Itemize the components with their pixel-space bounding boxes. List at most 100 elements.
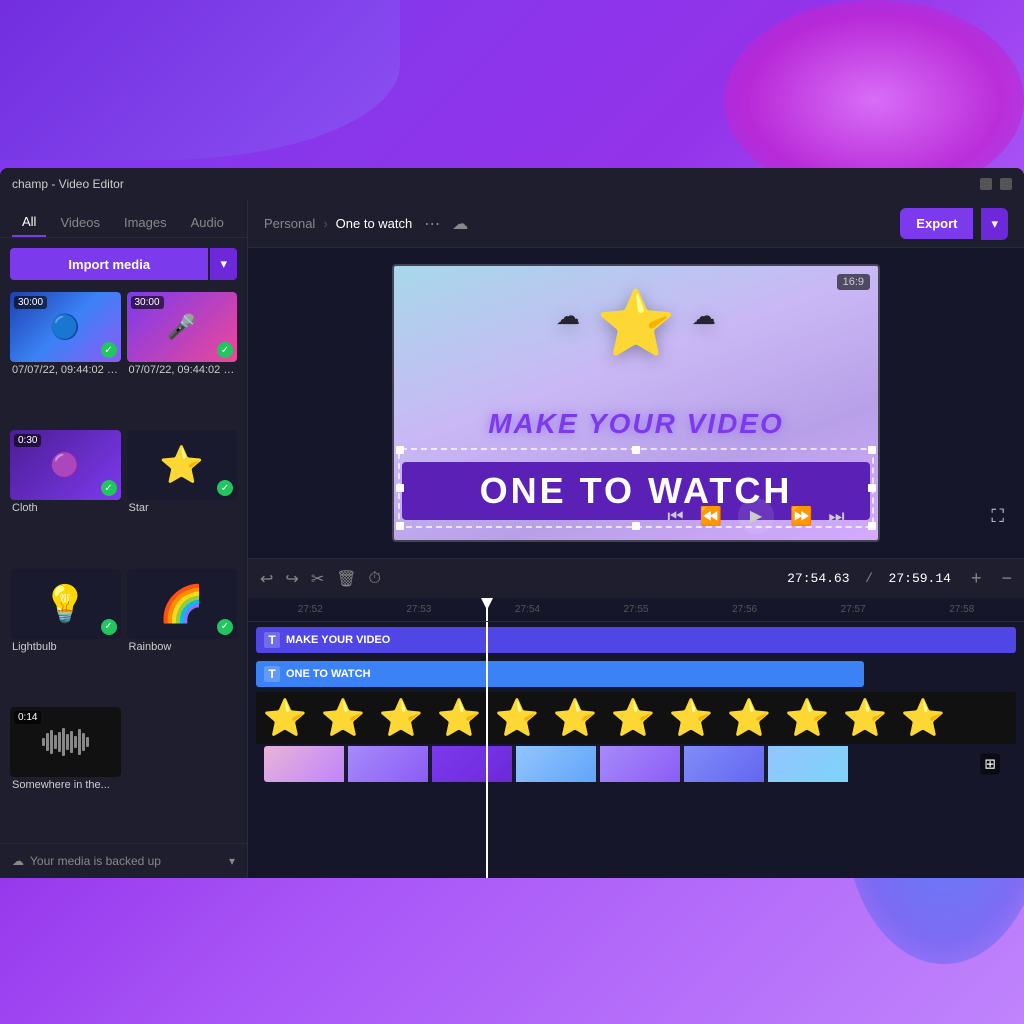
rewind-button[interactable]: ⏪ <box>700 506 722 527</box>
breadcrumb-separator: › <box>323 216 327 231</box>
video-seg-5 <box>600 746 680 782</box>
media-label-cloth: Cloth <box>10 502 121 514</box>
ruler-mark-5: 27:57 <box>799 604 908 615</box>
star-emoji-4: ⭐ <box>430 697 488 739</box>
media-label-lightbulb: Lightbulb <box>10 641 121 653</box>
video-seg-6 <box>684 746 764 782</box>
more-options-icon[interactable]: ⋯ <box>424 214 440 234</box>
tab-audio[interactable]: Audio <box>181 209 234 236</box>
star-emoji-7: ⭐ <box>604 697 662 739</box>
export-button[interactable]: Export <box>900 208 973 239</box>
top-bar: Personal › One to watch ⋯ ☁ Export ▾ <box>248 200 1024 248</box>
media-check-star: ✓ <box>217 480 233 496</box>
ruler-mark-2: 27:54 <box>473 604 582 615</box>
maximize-button[interactable] <box>1000 178 1012 190</box>
handle-bl[interactable] <box>396 522 404 530</box>
media-check-cloth: ✓ <box>101 480 117 496</box>
ruler-mark-4: 27:56 <box>690 604 799 615</box>
media-item-2[interactable]: 🎤 30:00 ✓ 07/07/22, 09:44:02 -... <box>127 292 238 424</box>
handle-tr[interactable] <box>868 446 876 454</box>
total-time: 27:59.14 <box>889 571 951 586</box>
audio-waveform <box>42 727 89 757</box>
breadcrumb-parent: Personal <box>264 216 315 231</box>
skip-back-button[interactable]: ⏮ <box>667 506 683 527</box>
track-make-label: MAKE YOUR VIDEO <box>286 634 390 646</box>
aspect-ratio-badge: 16:9 <box>837 274 870 290</box>
media-label-audio: Somewhere in the... <box>10 779 121 791</box>
handle-tl[interactable] <box>396 446 404 454</box>
video-seg-2 <box>348 746 428 782</box>
video-seg-4 <box>516 746 596 782</box>
export-dropdown[interactable]: ▾ <box>981 208 1008 240</box>
star-emoji-8: ⭐ <box>662 697 720 739</box>
ruler-mark-1: 27:53 <box>365 604 474 615</box>
star-emoji-1: ⭐ <box>256 697 314 739</box>
media-check-2: ✓ <box>217 342 233 358</box>
media-check-1: ✓ <box>101 342 117 358</box>
ruler-mark-0: 27:52 <box>256 604 365 615</box>
handle-tm[interactable] <box>632 446 640 454</box>
media-item-cloth[interactable]: 🟣 0:30 ✓ Cloth <box>10 430 121 562</box>
media-item-1[interactable]: 🔵 30:00 ✓ 07/07/22, 09:44:02 -... <box>10 292 121 424</box>
media-label-2: 07/07/22, 09:44:02 -... <box>127 364 238 376</box>
content-area: All Videos Images Audio Import media ▾ 🔵… <box>0 200 1024 878</box>
media-label-rainbow: Rainbow <box>127 641 238 653</box>
star-emoji-9: ⭐ <box>720 697 778 739</box>
video-track-icon: ⊞ <box>980 754 1000 775</box>
media-thumb-2: 🎤 30:00 ✓ <box>127 292 238 362</box>
time-display: 27:54.63 / 27:59.14 <box>787 571 951 586</box>
media-badge-cloth: 0:30 <box>14 434 41 447</box>
ruler-mark-3: 27:55 <box>582 604 691 615</box>
track-stars[interactable]: ⭐ ⭐ ⭐ ⭐ ⭐ ⭐ ⭐ ⭐ ⭐ ⭐ ⭐ ⭐ <box>256 692 1016 744</box>
media-badge-2: 30:00 <box>131 296 164 309</box>
playhead-ruler-line <box>486 598 488 621</box>
fast-forward-button[interactable]: ⏩ <box>790 506 812 527</box>
video-seg-3 <box>432 746 512 782</box>
cloud-sync-icon[interactable]: ☁ <box>452 214 468 234</box>
skip-forward-button[interactable]: ⏭ <box>828 506 844 527</box>
media-thumb-lightbulb: 💡 ✓ <box>10 569 121 639</box>
main-area: Personal › One to watch ⋯ ☁ Export ▾ ✓ ↩ <box>248 200 1024 878</box>
minimize-button[interactable] <box>980 178 992 190</box>
timer-button[interactable]: ⏱ <box>369 570 381 588</box>
sidebar-footer[interactable]: ☁ Your media is backed up ▾ <box>0 843 247 878</box>
tab-all[interactable]: All <box>12 208 46 237</box>
undo-button[interactable]: ↩ <box>260 569 273 589</box>
media-badge-audio: 0:14 <box>14 711 41 724</box>
track-text-watch[interactable]: T ONE TO WATCH <box>256 661 864 687</box>
tab-videos[interactable]: Videos <box>50 209 110 236</box>
media-item-audio[interactable]: 0:14 <box>10 707 121 839</box>
timeline-tracks: T MAKE YOUR VIDEO T ONE TO WATCH ⭐ ⭐ ⭐ <box>248 622 1024 878</box>
title-bar: champ - Video Editor <box>0 168 1024 200</box>
ruler-marks: 27:52 27:53 27:54 27:55 27:56 27:57 27:5… <box>256 604 1016 615</box>
zoom-out-button[interactable]: − <box>1001 568 1012 589</box>
import-media-button[interactable]: Import media <box>10 248 208 280</box>
window-controls <box>980 178 1012 190</box>
star-emoji-11: ⭐ <box>836 697 894 739</box>
star-emoji-2: ⭐ <box>314 697 372 739</box>
media-grid: 🔵 30:00 ✓ 07/07/22, 09:44:02 -... 🎤 30:0… <box>0 288 247 843</box>
redo-button[interactable]: ↪ <box>285 569 298 589</box>
track-video[interactable] <box>264 746 1008 782</box>
sidebar-tabs: All Videos Images Audio <box>0 200 247 238</box>
tab-images[interactable]: Images <box>114 209 177 236</box>
media-thumb-cloth: 🟣 0:30 ✓ <box>10 430 121 500</box>
media-thumb-rainbow: 🌈 ✓ <box>127 569 238 639</box>
fullscreen-button[interactable]: ⛶ <box>991 506 1004 527</box>
delete-button[interactable]: 🗑 <box>336 569 356 589</box>
media-item-rainbow[interactable]: 🌈 ✓ Rainbow <box>127 569 238 701</box>
media-label-star: Star <box>127 502 238 514</box>
video-seg-7 <box>768 746 848 782</box>
import-media-dropdown[interactable]: ▾ <box>210 248 237 280</box>
media-check-rainbow: ✓ <box>217 619 233 635</box>
media-check-lightbulb: ✓ <box>101 619 117 635</box>
media-thumb-1: 🔵 30:00 ✓ <box>10 292 121 362</box>
cut-button[interactable]: ✂ <box>311 569 324 589</box>
video-seg-1 <box>264 746 344 782</box>
play-button[interactable]: ▶ <box>738 498 774 534</box>
track-text-make[interactable]: T MAKE YOUR VIDEO <box>256 627 1016 653</box>
media-item-lightbulb[interactable]: 💡 ✓ Lightbulb <box>10 569 121 701</box>
cloud-icon: ☁ <box>12 854 24 868</box>
media-item-star[interactable]: ⭐ ✓ Star <box>127 430 238 562</box>
zoom-in-button[interactable]: + <box>971 568 982 589</box>
